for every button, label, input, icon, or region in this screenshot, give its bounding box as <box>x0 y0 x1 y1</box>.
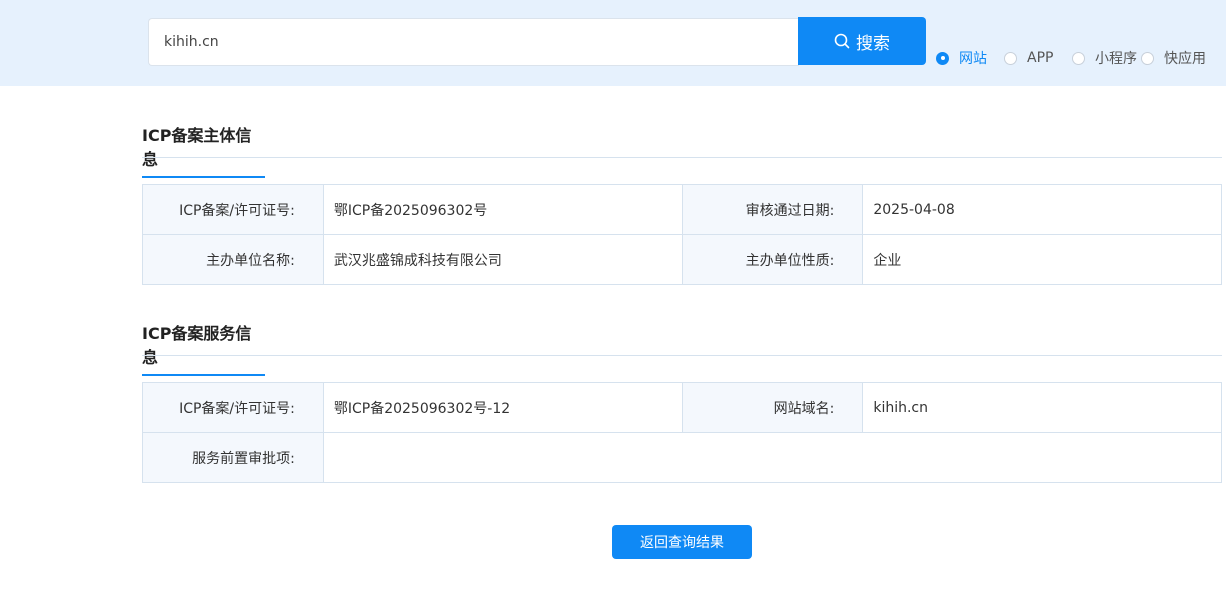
radio-unchecked-icon <box>1072 51 1085 65</box>
org-name-label: 主办单位名称: <box>142 234 324 285</box>
radio-unchecked-icon <box>1004 51 1017 65</box>
org-nature-value: 企业 <box>862 234 1222 285</box>
radio-quick-app[interactable]: 快应用 <box>1141 48 1206 68</box>
subject-section-title: ICP备案主体信息 <box>142 122 265 178</box>
table-row: ICP备案/许可证号: 鄂ICP备2025096302号 审核通过日期: 202… <box>142 184 1222 235</box>
radio-mini-program[interactable]: 小程序 <box>1072 48 1137 68</box>
approval-date-label: 审核通过日期: <box>681 184 864 235</box>
table-row: ICP备案/许可证号: 鄂ICP备2025096302号-12 网站域名: ki… <box>142 382 1222 433</box>
license-value: 鄂ICP备2025096302号 <box>322 184 683 235</box>
domain-value: kihih.cn <box>862 382 1222 433</box>
search-button[interactable]: 搜索 <box>798 17 926 65</box>
service-license-value: 鄂ICP备2025096302号-12 <box>322 382 683 433</box>
radio-label: 小程序 <box>1095 51 1137 67</box>
pre-approval-label: 服务前置审批项: <box>142 432 324 483</box>
radio-checked-icon <box>936 51 949 65</box>
org-nature-label: 主办单位性质: <box>681 234 864 285</box>
search-button-label: 搜索 <box>856 33 890 54</box>
radio-unchecked-icon <box>1141 51 1154 65</box>
search-icon <box>834 33 850 49</box>
service-section-title: ICP备案服务信息 <box>142 320 265 376</box>
back-to-results-button[interactable]: 返回查询结果 <box>612 525 752 559</box>
service-info-table: ICP备案/许可证号: 鄂ICP备2025096302号-12 网站域名: ki… <box>142 382 1223 483</box>
search-input[interactable] <box>148 18 799 66</box>
license-label: ICP备案/许可证号: <box>142 184 324 235</box>
table-row: 服务前置审批项: <box>142 432 1223 483</box>
search-bar-area: 搜索 网站 APP 小程序 快应用 <box>0 0 1226 86</box>
pre-approval-value <box>322 432 1223 483</box>
radio-label: 网站 <box>959 51 987 67</box>
section-divider <box>142 157 1222 158</box>
radio-label: 快应用 <box>1164 51 1206 67</box>
radio-website[interactable]: 网站 <box>936 48 987 68</box>
domain-label: 网站域名: <box>681 382 864 433</box>
radio-app[interactable]: APP <box>1004 48 1053 68</box>
table-row: 主办单位名称: 武汉兆盛锦成科技有限公司 主办单位性质: 企业 <box>142 234 1222 285</box>
subject-info-table: ICP备案/许可证号: 鄂ICP备2025096302号 审核通过日期: 202… <box>142 184 1222 285</box>
service-license-label: ICP备案/许可证号: <box>142 382 324 433</box>
approval-date-value: 2025-04-08 <box>862 184 1222 235</box>
radio-label: APP <box>1027 50 1054 66</box>
org-name-value: 武汉兆盛锦成科技有限公司 <box>322 234 683 285</box>
section-divider <box>142 355 1222 356</box>
